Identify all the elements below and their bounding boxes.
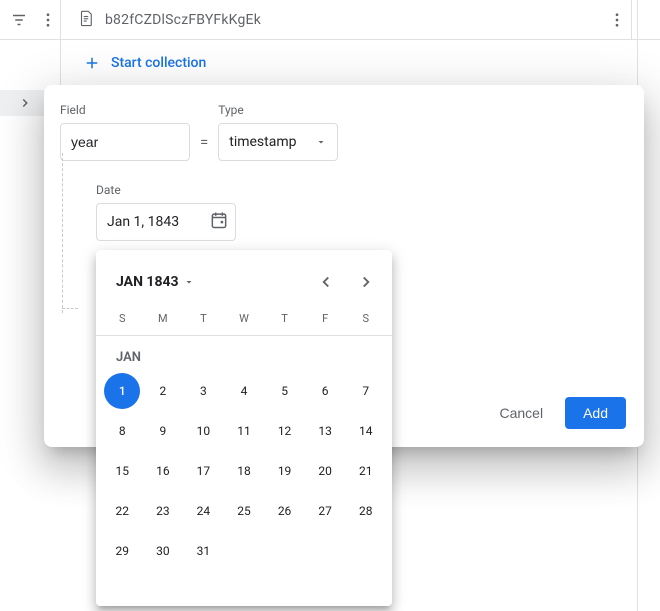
type-select[interactable]: timestamp [218,123,338,161]
document-header: b82fCZDlSczFBYFkKgEk [60,0,632,40]
dow-cell: W [224,312,265,325]
calendar-day[interactable]: 12 [267,413,303,449]
month-year-label: JAN 1843 [116,274,179,290]
calendar-day[interactable]: 8 [104,413,140,449]
start-collection-label: Start collection [111,55,206,71]
calendar-day[interactable]: 10 [185,413,221,449]
start-collection-button[interactable]: Start collection [60,40,638,85]
plus-icon [83,54,101,72]
calendar-day[interactable]: 7 [348,373,384,409]
date-value: Jan 1, 1843 [107,214,179,230]
cancel-button[interactable]: Cancel [487,397,555,429]
calendar-day[interactable]: 18 [226,453,262,489]
prev-month-button[interactable] [308,264,344,300]
document-id: b82fCZDlSczFBYFkKgEk [105,12,261,28]
field-name-input[interactable] [60,123,190,161]
calendar-day[interactable]: 11 [226,413,262,449]
date-label: Date [96,183,628,197]
calendar-day[interactable]: 3 [185,373,221,409]
calendar-day[interactable]: 9 [145,413,181,449]
calendar-day[interactable]: 21 [348,453,384,489]
calendar-day[interactable]: 23 [145,493,181,529]
calendar-day[interactable]: 20 [307,453,343,489]
more-vert-icon[interactable] [603,6,631,34]
calendar-day[interactable]: 15 [104,453,140,489]
calendar-day[interactable]: 1 [104,373,140,409]
dropdown-arrow-icon [183,276,195,288]
next-month-button[interactable] [348,264,384,300]
calendar-day[interactable]: 30 [145,533,181,569]
indent-guide [62,153,63,313]
calendar-day[interactable]: 31 [185,533,221,569]
calendar-day[interactable]: 17 [185,453,221,489]
field-label: Field [60,103,190,117]
date-input[interactable]: Jan 1, 1843 [96,203,236,241]
calendar-day[interactable]: 6 [307,373,343,409]
calendar-day[interactable]: 28 [348,493,384,529]
chevron-right-icon [357,273,375,291]
calendar-day[interactable]: 22 [104,493,140,529]
day-of-week-header: S M T W T F S [96,300,392,336]
more-vert-icon[interactable] [35,6,60,34]
calendar-day[interactable]: 19 [267,453,303,489]
dow-cell: M [143,312,184,325]
calendar-day[interactable]: 27 [307,493,343,529]
calendar-day[interactable]: 5 [267,373,303,409]
calendar-day[interactable]: 13 [307,413,343,449]
month-year-selector[interactable]: JAN 1843 [116,274,195,290]
calendar-day[interactable]: 26 [267,493,303,529]
add-button[interactable]: Add [565,397,626,429]
calendar-day[interactable]: 16 [145,453,181,489]
chevron-left-icon [317,273,335,291]
calendar-grid: 1234567891011121314151617181920212223242… [96,371,392,587]
dow-cell: F [305,312,346,325]
dow-cell: S [345,312,386,325]
filter-icon[interactable] [6,6,31,34]
calendar-day[interactable]: 25 [226,493,262,529]
dow-cell: T [264,312,305,325]
top-bar: b82fCZDlSczFBYFkKgEk [0,0,660,40]
calendar-day[interactable]: 4 [226,373,262,409]
dropdown-arrow-icon [315,136,327,148]
type-label: Type [218,103,338,117]
document-icon [77,9,95,31]
calendar-day[interactable]: 29 [104,533,140,569]
dow-cell: S [102,312,143,325]
calendar-day[interactable]: 14 [348,413,384,449]
calendar-icon[interactable] [209,210,229,234]
dow-cell: T [183,312,224,325]
equals-sign: = [200,133,208,161]
calendar-day[interactable]: 24 [185,493,221,529]
chevron-right-icon [18,96,32,110]
datepicker-popover: JAN 1843 S M T W T F S JAN 1234567891011… [96,250,392,606]
calendar-day[interactable]: 2 [145,373,181,409]
month-label: JAN [96,336,392,371]
indent-guide-h [62,308,78,309]
type-value: timestamp [229,134,296,150]
